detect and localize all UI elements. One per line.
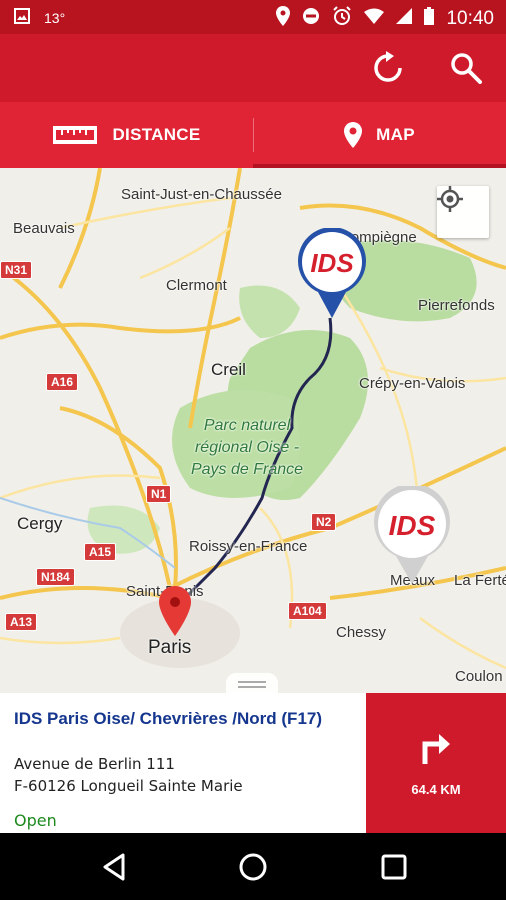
station-address-line2: F-60126 Longueil Sainte Marie [14,777,243,795]
clock-time: 10:40 [446,7,494,29]
battery-icon [424,7,435,30]
station-marker[interactable]: IDS [370,486,454,586]
map-label-chessy: Chessy [336,624,387,641]
road-shield-a13: A13 [5,613,38,631]
bottom-sheet-handle[interactable] [226,673,278,693]
station-marker-logo: IDS [389,510,436,541]
road-shield-a15: A15 [84,543,117,561]
app-bar [0,34,506,102]
search-button[interactable] [446,48,486,88]
map-view[interactable]: Saint-Just-en-Chaussée Beauvais Compiègn… [0,168,506,693]
station-marker-selected-logo: IDS [310,248,354,278]
map-label-park: Parc naturel régional Oise - Pays de Fra… [190,417,304,478]
map-label-saint-just: Saint-Just-en-Chaussée [121,186,282,203]
tab-distance-label: DISTANCE [112,125,201,144]
navigate-button[interactable]: 64.4 KM [366,693,506,833]
refresh-button[interactable] [368,48,408,88]
road-shield-n2: N2 [311,513,337,531]
station-name: IDS Paris Oise/ Chevrières /Nord (F17) [14,709,323,728]
crosshair-icon [437,186,463,212]
system-navigation-bar [0,833,506,900]
recents-button[interactable] [378,851,410,883]
image-notification-icon [14,8,30,27]
map-label-clermont: Clermont [166,277,227,294]
temperature-text: 13° [44,9,66,26]
station-card[interactable]: IDS Paris Oise/ Chevrières /Nord (F17) A… [0,693,366,833]
search-icon [451,53,482,84]
alarm-icon [332,6,352,31]
navigate-distance: 64.4 KM [411,781,461,797]
map-label-creil: Creil [211,360,246,379]
destination-pin-icon[interactable] [158,586,192,638]
home-icon [239,853,267,881]
road-shield-a104: A104 [288,602,327,620]
map-label-pierrefonds: Pierrefonds [418,297,495,314]
map-label-la-ferte: La Ferté [454,572,506,589]
location-icon [276,6,291,31]
map-label-crepy: Crépy-en-Valois [359,375,466,392]
wifi-icon [364,8,385,29]
map-label-paris: Paris [148,637,192,658]
do-not-disturb-icon [302,7,320,30]
home-button[interactable] [237,851,269,883]
refresh-icon [374,51,402,82]
map-label-coulon: Coulon [455,668,503,685]
station-marker-selected[interactable]: IDS [296,228,368,320]
ruler-icon [53,126,98,144]
tab-map-label: MAP [376,125,415,144]
map-label-roissy: Roissy-en-France [189,538,308,555]
tab-map[interactable]: MAP [253,102,506,168]
status-bar: 13° 10:40 [0,0,506,34]
road-shield-n1: N1 [146,485,172,503]
road-shield-a16: A16 [46,373,79,391]
my-location-button[interactable] [437,186,489,238]
road-shield-n184: N184 [36,568,75,586]
back-button[interactable] [98,851,130,883]
tab-divider [253,118,254,152]
tab-distance[interactable]: DISTANCE [0,102,253,168]
station-status: Open [14,811,57,830]
back-icon [103,853,125,881]
road-shield-n31: N31 [0,261,33,279]
map-label-cergy: Cergy [17,514,63,533]
map-label-beauvais: Beauvais [13,220,75,237]
recents-icon [381,854,407,880]
turn-right-icon [422,733,450,764]
signal-icon [396,8,413,29]
map-pin-icon [344,122,363,148]
station-address-line1: Avenue de Berlin 111 [14,755,175,773]
